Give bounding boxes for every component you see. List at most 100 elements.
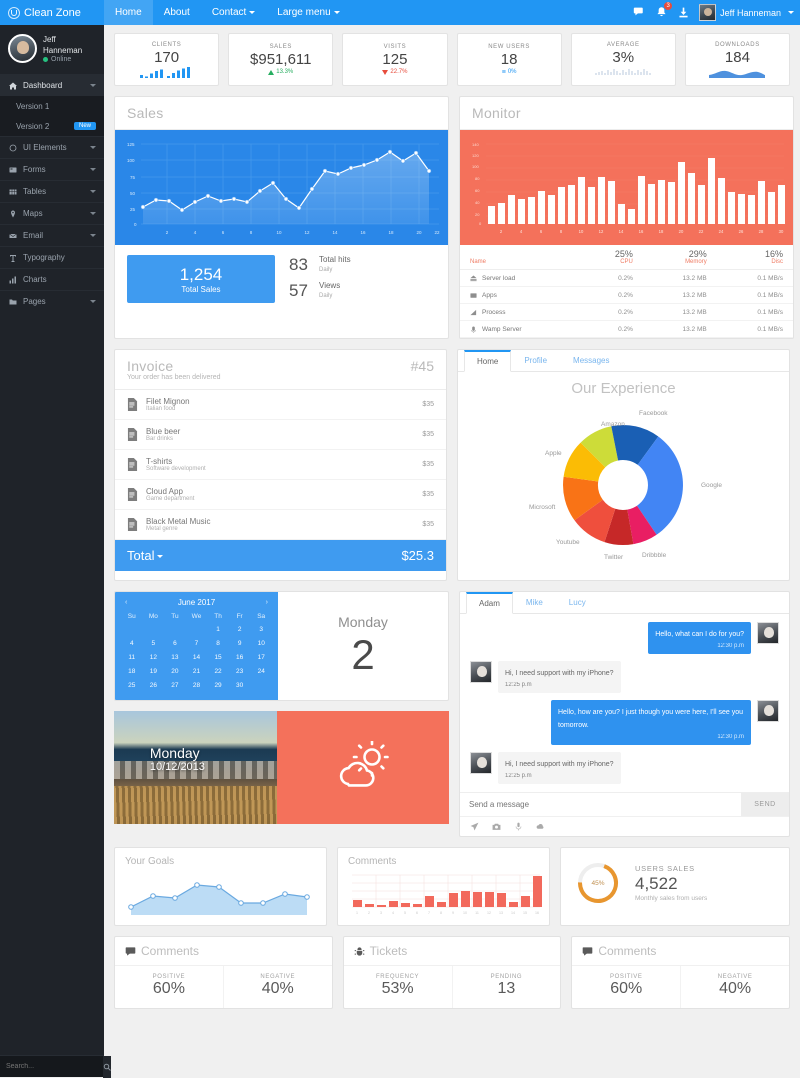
sidebar-item-forms[interactable]: Forms (0, 158, 104, 180)
send-button[interactable]: SEND (741, 793, 789, 816)
prev-month-button[interactable]: ‹ (123, 599, 129, 606)
download-icon[interactable] (677, 6, 690, 19)
calendar-day[interactable]: 22 (207, 665, 229, 678)
stat-card-clients[interactable]: CLIENTS 170 (114, 33, 220, 86)
list-item[interactable]: T-shirts Software development $35 (115, 450, 446, 480)
calendar-day[interactable]: 18 (121, 665, 143, 678)
stat-card-visits[interactable]: VISITS 125 22.7% (342, 33, 448, 86)
calendar-day[interactable]: 15 (207, 651, 229, 664)
calendar-day[interactable]: 17 (250, 651, 272, 664)
calendar: ‹ June 2017 › Su Mo Tu We Th Fr Sa 1 2 3… (115, 592, 278, 700)
weather-widget[interactable]: Monday 10/12/2013 (114, 711, 449, 824)
svg-text:10: 10 (463, 911, 467, 915)
svg-text:20: 20 (475, 212, 480, 217)
calendar-day[interactable]: 14 (186, 651, 208, 664)
sidebar-subitem-version-1[interactable]: Version 1 (0, 96, 104, 116)
nav-link-large-menu[interactable]: Large menu (266, 0, 350, 25)
stats-row: CLIENTS 170 SALES $951,611 13.3% VISITS … (114, 33, 791, 86)
calendar-day[interactable]: 29 (207, 679, 229, 692)
message-time: 12:30 p.m (717, 734, 744, 740)
stat-card-sales[interactable]: SALES $951,611 13.3% (228, 33, 334, 86)
kpi-cell: FREQUENCY 53% (344, 966, 452, 1008)
chevron-down-icon (788, 11, 794, 14)
sidebar-item-email[interactable]: Email (0, 224, 104, 246)
sidebar-subitem-version-2[interactable]: Version 2 New (0, 116, 104, 136)
tab-profile[interactable]: Profile (511, 350, 560, 372)
tab-home[interactable]: Home (464, 350, 512, 372)
panel-title: Sales (127, 105, 164, 121)
sidebar-item-tables[interactable]: Tables (0, 180, 104, 202)
cloud-icon[interactable] (536, 822, 545, 831)
calendar-day[interactable]: 30 (229, 679, 251, 692)
nav-link-home[interactable]: Home (104, 0, 153, 25)
sidebar-item-label: Charts (23, 275, 47, 284)
kpi-title: Comments (598, 944, 657, 958)
calendar-day[interactable]: 13 (164, 651, 186, 664)
sidebar-item-typography[interactable]: Typography (0, 246, 104, 268)
stat-card-new-users[interactable]: NEW USERS 18 ≡ 0% (456, 33, 562, 86)
calendar-day[interactable]: 6 (164, 637, 186, 650)
sidebar-item-ui-elements[interactable]: UI Elements (0, 136, 104, 158)
search-button[interactable] (103, 1055, 111, 1078)
location-icon[interactable] (470, 822, 479, 831)
calendar-day[interactable]: 8 (207, 637, 229, 650)
tab-mike[interactable]: Mike (513, 592, 556, 614)
sidebar-item-dashboard[interactable]: Dashboard (0, 74, 104, 96)
calendar-day[interactable]: 2 (229, 623, 251, 636)
sidebar-item-charts[interactable]: Charts (0, 268, 104, 290)
sidebar-item-pages[interactable]: Pages (0, 290, 104, 312)
calendar-day[interactable]: 7 (186, 637, 208, 650)
chat-messages: Hello, what can I do for you? 12:30 p.m … (460, 614, 789, 792)
chat-tools (460, 816, 789, 836)
tab-lucy[interactable]: Lucy (556, 592, 599, 614)
calendar-day[interactable]: 4 (121, 637, 143, 650)
user-menu[interactable]: Jeff Hanneman (699, 4, 794, 21)
calendar-day[interactable]: 24 (250, 665, 272, 678)
list-item[interactable]: Blue beer Bar drinks $35 (115, 420, 446, 450)
calendar-day[interactable]: 19 (143, 665, 165, 678)
calendar-day[interactable]: 1 (207, 623, 229, 636)
nav-link-contact[interactable]: Contact (201, 0, 266, 25)
calendar-day[interactable]: 9 (229, 637, 251, 650)
table-row[interactable]: Apps 0.2% 13.2 MB 0.1 MB/s (460, 286, 793, 304)
calendar-day[interactable]: 26 (143, 679, 165, 692)
calendar-day[interactable]: 11 (121, 651, 143, 664)
list-item[interactable]: Filet Mignon Italian food $35 (115, 390, 446, 420)
invoice-total[interactable]: Total $25.3 (115, 540, 446, 571)
calendar-day[interactable]: 23 (229, 665, 251, 678)
tab-messages[interactable]: Messages (560, 350, 622, 372)
calendar-day[interactable]: 16 (229, 651, 251, 664)
brand-logo-area[interactable]: Clean Zone (0, 0, 104, 25)
message-input[interactable] (460, 793, 741, 816)
search-input[interactable] (0, 1063, 103, 1070)
calendar-day[interactable]: 12 (143, 651, 165, 664)
calendar-day[interactable]: 10 (250, 637, 272, 650)
bell-icon[interactable]: 3 (655, 2, 673, 19)
tab-adam[interactable]: Adam (466, 592, 513, 614)
svg-text:12: 12 (487, 911, 491, 915)
calendar-day[interactable]: 20 (164, 665, 186, 678)
svg-text:75: 75 (130, 175, 136, 180)
calendar-day[interactable]: 25 (121, 679, 143, 692)
nav-link-about[interactable]: About (153, 0, 201, 25)
comments-icon[interactable] (633, 6, 646, 19)
avatar (699, 4, 717, 21)
table-row[interactable]: Server load 0.2% 13.2 MB 0.1 MB/s (460, 269, 793, 287)
list-item[interactable]: Black Metal Music Metal genre $35 (115, 510, 446, 540)
microphone-icon[interactable] (514, 822, 523, 831)
calendar-day[interactable]: 27 (164, 679, 186, 692)
calendar-day[interactable]: 3 (250, 623, 272, 636)
table-row[interactable]: Process 0.2% 13.2 MB 0.1 MB/s (460, 303, 793, 321)
calendar-day[interactable]: 21 (186, 665, 208, 678)
calendar-day[interactable]: 28 (186, 679, 208, 692)
camera-icon[interactable] (492, 822, 501, 831)
stat-card-average[interactable]: AVERAGE 3% (570, 33, 676, 86)
list-item[interactable]: Cloud App Game department $35 (115, 480, 446, 510)
stat-card-downloads[interactable]: DOWNLOADS 184 (684, 33, 791, 86)
sidebar-item-maps[interactable]: Maps (0, 202, 104, 224)
svg-text:20: 20 (679, 229, 684, 234)
next-month-button[interactable]: › (264, 599, 270, 606)
sidebar-profile[interactable]: Jeff Hanneman Online (0, 25, 104, 74)
calendar-day[interactable]: 5 (143, 637, 165, 650)
table-row[interactable]: Wamp Server 0.2% 13.2 MB 0.1 MB/s (460, 320, 793, 338)
